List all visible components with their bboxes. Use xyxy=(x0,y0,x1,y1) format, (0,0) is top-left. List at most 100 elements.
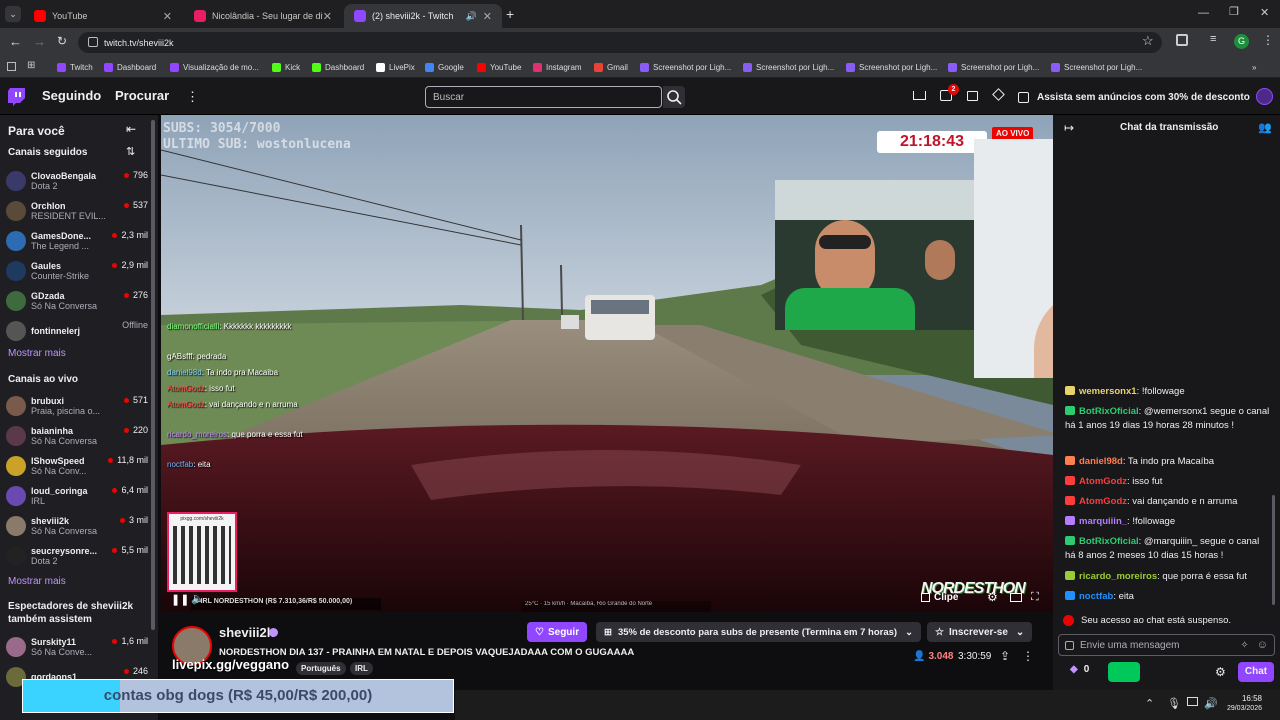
more-options-icon[interactable]: ⋮ xyxy=(186,89,199,105)
sidebar-channel[interactable]: baianinha Só Na Conversa 220 xyxy=(6,421,148,451)
volume-tray-icon[interactable]: 🔊 xyxy=(1204,697,1218,710)
bits-cheer-icon[interactable]: ✧ xyxy=(1240,640,1248,651)
predictions-button[interactable] xyxy=(1108,662,1140,682)
close-window-icon[interactable]: ✕ xyxy=(1260,6,1269,19)
profile-avatar[interactable]: G xyxy=(1234,34,1249,49)
video-player[interactable]: SUBS: 3054/7000 ULTIMO SUB: wostonlucena… xyxy=(161,115,1053,612)
tray-chevron-icon[interactable]: ⌃ xyxy=(1145,697,1154,710)
show-more-followed[interactable]: Mostrar mais xyxy=(8,348,66,359)
twitch-logo-icon[interactable] xyxy=(8,88,25,106)
gift-subs-button[interactable]: ⊞ 35% de desconto para subs de presente (… xyxy=(596,622,922,642)
minimize-icon[interactable]: — xyxy=(1198,7,1209,19)
nav-following[interactable]: Seguindo xyxy=(42,88,101,103)
search-button[interactable] xyxy=(663,86,685,108)
bookmark-star-icon[interactable]: ☆ xyxy=(1142,33,1154,49)
show-more-live[interactable]: Mostrar mais xyxy=(8,576,66,587)
emote-picker-icon[interactable]: ☺ xyxy=(1257,639,1268,651)
bookmark-item[interactable]: Google xyxy=(425,60,464,74)
bookmark-item[interactable]: Gmail xyxy=(594,60,628,74)
tag-irl[interactable]: IRL xyxy=(350,662,373,675)
url-bar[interactable]: twitch.tv/sheviii2k xyxy=(78,32,1162,53)
chat-scrollbar[interactable] xyxy=(1272,495,1275,605)
sidebar-channel[interactable]: loud_coringa IRL 6,4 mil xyxy=(6,481,148,511)
nav-browse[interactable]: Procurar xyxy=(115,88,169,103)
sidebar-channel[interactable]: Orchlon RESIDENT EVIL... 537 xyxy=(6,196,148,226)
channel-points[interactable]: ◆ 0 xyxy=(1070,664,1089,675)
sidebar-channel[interactable]: Gaules Counter-Strike 2,9 mil xyxy=(6,256,148,286)
bookmarks-apps-icon[interactable] xyxy=(7,62,16,71)
whispers-icon[interactable] xyxy=(967,91,978,101)
bookmark-item[interactable]: Twitch xyxy=(57,60,93,74)
chat-settings-icon[interactable]: ⚙ xyxy=(1215,665,1226,679)
sidebar-channel[interactable]: Surskity11 Só Na Conve... 1,6 mil xyxy=(6,632,148,662)
bookmark-item[interactable]: YouTube xyxy=(477,60,521,74)
clip-button[interactable]: Clipe xyxy=(921,592,958,603)
bookmark-item[interactable]: Screenshot por Ligh... xyxy=(640,60,731,74)
close-tab-icon[interactable]: ✕ xyxy=(323,10,332,23)
sort-icon[interactable]: ⇅ xyxy=(126,145,135,158)
bookmark-item[interactable]: Screenshot por Ligh... xyxy=(743,60,834,74)
channel-name[interactable]: sheviii2k xyxy=(219,625,274,640)
user-avatar[interactable] xyxy=(1256,88,1273,105)
maximize-icon[interactable]: ❐ xyxy=(1229,5,1239,18)
search-input[interactable]: Buscar xyxy=(425,86,662,108)
bookmark-item[interactable]: Kick xyxy=(272,60,300,74)
bookmarks-overflow-icon[interactable]: » xyxy=(1252,60,1256,74)
clock-time[interactable]: 16:58 xyxy=(1222,694,1262,703)
chat-send-button[interactable]: Chat xyxy=(1238,662,1274,682)
bookmark-item[interactable]: Dashboard xyxy=(104,60,156,74)
sidebar-channel[interactable]: GamesDone... The Legend ... 2,3 mil xyxy=(6,226,148,256)
sidebar-channel[interactable]: IShowSpeed Só Na Conv... 11,8 mil xyxy=(6,451,148,481)
forward-icon[interactable]: → xyxy=(33,34,46,49)
bookmark-item[interactable]: Instagram xyxy=(533,60,582,74)
browser-tab-twitch[interactable]: (2) sheviii2k - Twitch 🔊 ✕ xyxy=(344,4,502,28)
more-stream-options-icon[interactable]: ⋮ xyxy=(1022,649,1034,663)
new-tab-button[interactable]: + xyxy=(506,6,514,22)
browser-tab-youtube[interactable]: YouTube ✕ xyxy=(24,4,182,28)
sidebar-channel[interactable]: fontinnelerj Offline xyxy=(6,316,148,346)
sidebar-channel[interactable]: sheviii2k Só Na Conversa 3 mil xyxy=(6,511,148,541)
sidebar-channel[interactable]: GDzada Só Na Conversa 276 xyxy=(6,286,148,316)
apps-grid-icon[interactable]: ⊞ xyxy=(27,60,35,71)
bookmark-item[interactable]: Dashboard xyxy=(312,60,364,74)
follow-button[interactable]: ♡ Seguir xyxy=(527,622,588,642)
sidebar-channel[interactable]: ClovaoBengala Dota 2 796 xyxy=(6,166,148,196)
site-info-icon[interactable] xyxy=(88,37,98,47)
chat-input[interactable]: Envie uma mensagem ✧ ☺ xyxy=(1058,634,1275,656)
share-icon[interactable]: ⇪ xyxy=(1000,649,1010,663)
volume-button[interactable]: 🔈 xyxy=(191,592,205,605)
sidebar-scrollbar[interactable] xyxy=(151,120,155,630)
fullscreen-icon[interactable]: ⛶ xyxy=(1031,591,1039,604)
bookmark-item[interactable]: Screenshot por Ligh... xyxy=(948,60,1039,74)
clock-date[interactable]: 29/03/2026 xyxy=(1222,705,1262,712)
chat-identity-icon[interactable] xyxy=(1065,640,1074,650)
browser-menu-icon[interactable]: ⋮ xyxy=(1262,33,1274,47)
close-tab-icon[interactable]: ✕ xyxy=(483,10,492,23)
close-tab-icon[interactable]: ✕ xyxy=(163,10,172,23)
network-icon[interactable] xyxy=(1187,697,1198,706)
reload-icon[interactable]: ↻ xyxy=(57,34,67,48)
tab-search-button[interactable]: ⌄ xyxy=(5,6,21,22)
speaker-icon[interactable]: 🔊 xyxy=(466,11,477,22)
back-icon[interactable]: ← xyxy=(9,34,22,49)
microphone-icon[interactable]: 🎙 xyxy=(1167,697,1181,710)
bookmark-item[interactable]: Screenshot por Ligh... xyxy=(1051,60,1142,74)
bookmark-item[interactable]: LivePix xyxy=(376,60,415,74)
collapse-chat-icon[interactable]: ↦ xyxy=(1064,121,1074,135)
prime-crown-icon[interactable] xyxy=(913,91,926,100)
bookmark-item[interactable]: Screenshot por Ligh... xyxy=(846,60,937,74)
subscribe-button[interactable]: ☆ Inscrever-se ⌄ xyxy=(927,622,1033,642)
theatre-mode-icon[interactable] xyxy=(1010,593,1022,602)
bookmark-item[interactable]: Visualização de mo... xyxy=(170,60,259,74)
settings-gear-icon[interactable]: ⚙ xyxy=(987,590,998,604)
pause-button[interactable]: ❚❚ xyxy=(171,593,189,606)
browser-tab-nicolandia[interactable]: Nicolândia - Seu lugar de diver ✕ xyxy=(184,4,342,28)
sidebar-channel[interactable]: seucreysonre... Dota 2 5,5 mil xyxy=(6,541,148,571)
extensions-icon[interactable] xyxy=(1176,34,1188,46)
turbo-promo-button[interactable]: Assista sem anúncios com 30% de desconto xyxy=(1018,88,1250,106)
collapse-sidebar-icon[interactable]: ⇤ xyxy=(126,122,136,136)
chat-users-icon[interactable]: 👥 xyxy=(1258,121,1272,134)
sidebar-channel[interactable]: brubuxi Praia, piscina o... 571 xyxy=(6,391,148,421)
tag-portuguese[interactable]: Português xyxy=(296,662,346,675)
media-control-icon[interactable]: ≡ xyxy=(1210,33,1216,45)
